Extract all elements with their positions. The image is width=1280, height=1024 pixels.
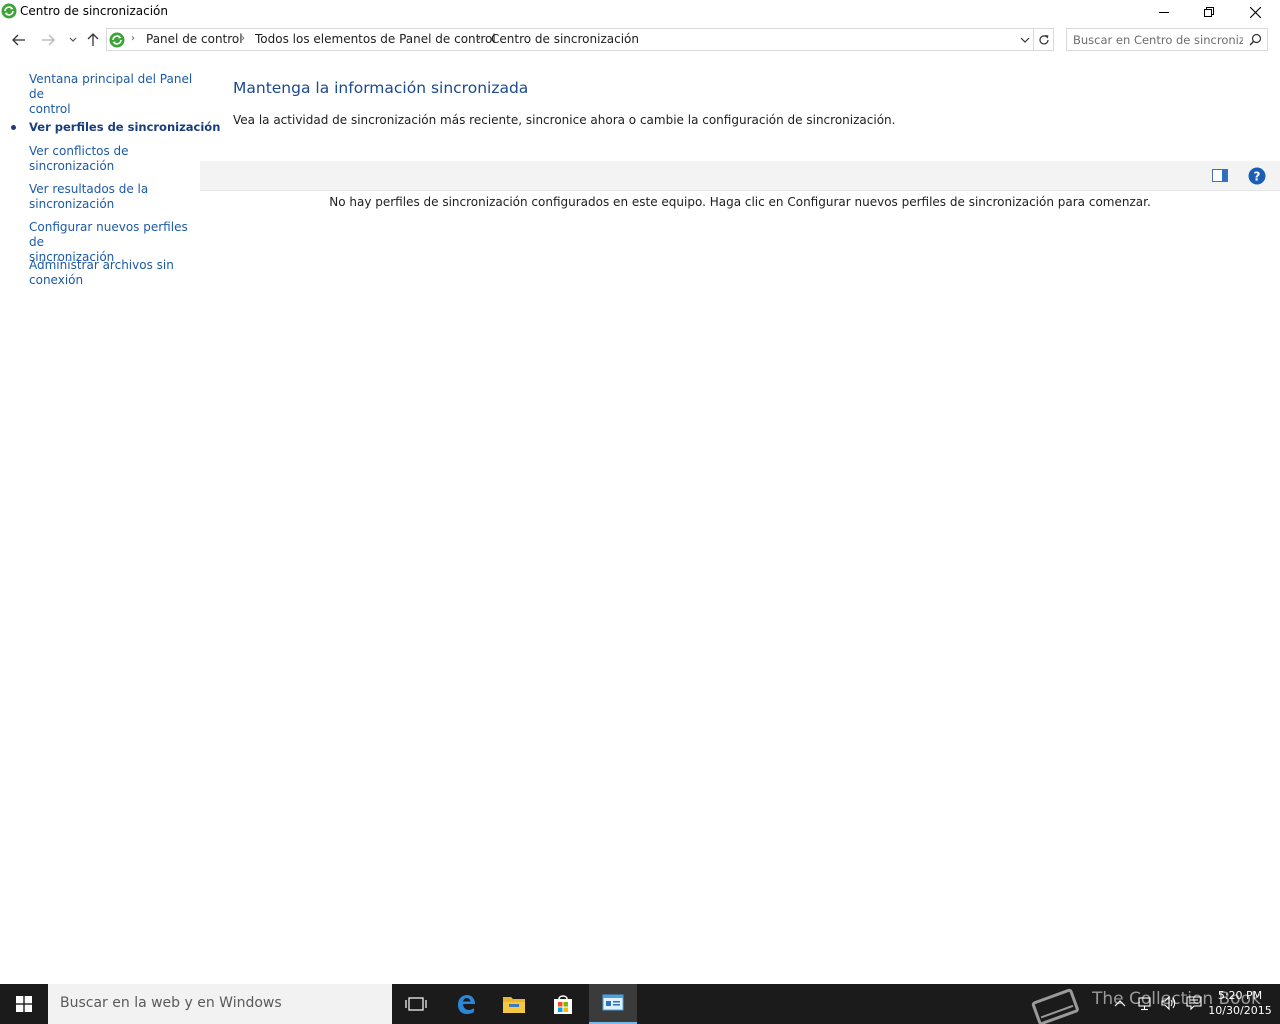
svg-text:?: ? <box>1254 170 1261 184</box>
sidebar-item-manage-offline-files[interactable]: Administrar archivos sin conexión <box>29 258 194 288</box>
taskbar-file-explorer[interactable] <box>490 984 538 1024</box>
back-button[interactable] <box>8 29 30 51</box>
up-button[interactable] <box>82 29 104 51</box>
sidebar-item-view-sync-conflicts[interactable]: Ver conflictos de sincronización <box>29 144 194 174</box>
sidebar-item-view-sync-results[interactable]: Ver resultados de la sincronización <box>29 182 194 212</box>
active-bullet-icon <box>11 125 16 130</box>
refresh-icon <box>1038 34 1049 44</box>
taskbar-store[interactable] <box>539 984 587 1024</box>
chevron-down-icon <box>1020 37 1030 43</box>
taskbar-control-panel-active[interactable] <box>589 984 637 1024</box>
close-button[interactable] <box>1232 0 1278 24</box>
title-bar: Centro de sincronización <box>0 0 1280 24</box>
sync-center-icon <box>1 3 17 19</box>
minimize-button[interactable] <box>1141 0 1187 24</box>
taskbar-search-placeholder: Buscar en la web y en Windows <box>60 995 282 1011</box>
address-bar[interactable]: › Panel de control › Todos los elementos… <box>106 28 1034 51</box>
empty-state-message: No hay perfiles de sincronización config… <box>329 195 1151 209</box>
task-view-icon <box>405 997 427 1011</box>
restore-icon <box>1204 7 1214 17</box>
search-input[interactable] <box>1073 32 1243 48</box>
close-icon <box>1249 6 1261 18</box>
window-title: Centro de sincronización <box>20 4 168 18</box>
edge-icon <box>458 995 475 1014</box>
taskbar-edge[interactable] <box>442 984 490 1024</box>
page-description: Vea la actividad de sincronización más r… <box>233 113 896 127</box>
chevron-up-icon[interactable] <box>1114 995 1126 1011</box>
search-icon[interactable] <box>1249 33 1262 46</box>
arrow-up-icon <box>87 33 99 46</box>
breadcrumb-separator-icon[interactable]: › <box>241 33 245 44</box>
arrow-right-icon <box>42 34 55 46</box>
store-icon <box>554 995 572 1014</box>
taskbar-clock[interactable]: 5:20 PM 10/30/2015 <box>1206 988 1274 1018</box>
windows-logo-icon <box>16 996 32 1012</box>
taskbar: Buscar en la web y en Windows The Collec… <box>0 984 1280 1024</box>
chevron-down-icon <box>69 37 77 42</box>
breadcrumb-todos-los-elementos[interactable]: Todos los elementos de Panel de control <box>255 32 496 46</box>
sync-center-icon <box>109 32 125 48</box>
sidebar-item-view-sync-profiles[interactable]: Ver perfiles de sincronización <box>29 120 220 135</box>
clock-time: 5:20 PM <box>1217 989 1263 1002</box>
action-center-icon[interactable] <box>1186 995 1202 1011</box>
page-title: Mantenga la información sincronizada <box>233 79 529 97</box>
recent-locations-button[interactable] <box>62 29 84 51</box>
task-view-button[interactable] <box>392 984 440 1024</box>
network-icon[interactable] <box>1136 995 1152 1011</box>
arrow-left-icon <box>12 34 25 46</box>
taskbar-search-box[interactable]: Buscar en la web y en Windows <box>48 984 392 1024</box>
help-icon[interactable]: ? <box>1248 167 1266 185</box>
clock-date: 10/30/2015 <box>1208 1004 1272 1017</box>
search-box[interactable] <box>1066 28 1268 51</box>
volume-icon[interactable] <box>1160 995 1178 1011</box>
forward-button[interactable] <box>37 29 59 51</box>
breadcrumb-separator-icon[interactable]: › <box>477 33 481 44</box>
breadcrumb-panel-de-control[interactable]: Panel de control <box>146 32 243 46</box>
breadcrumb-separator-icon[interactable]: › <box>131 33 135 44</box>
address-dropdown-button[interactable] <box>1017 32 1033 48</box>
start-button[interactable] <box>0 984 48 1024</box>
preview-pane-icon[interactable] <box>1212 169 1228 182</box>
restore-button[interactable] <box>1186 0 1232 24</box>
control-panel-icon <box>602 994 624 1011</box>
refresh-button[interactable] <box>1034 28 1054 51</box>
command-bar: ? <box>200 161 1280 191</box>
sidebar-item-control-panel-home[interactable]: Ventana principal del Panel de control <box>29 72 194 117</box>
address-row: › Panel de control › Todos los elementos… <box>0 25 1280 55</box>
folder-icon <box>503 997 525 1013</box>
minimize-icon <box>1159 12 1169 13</box>
breadcrumb-centro-de-sincronizacion[interactable]: Centro de sincronización <box>491 32 639 46</box>
